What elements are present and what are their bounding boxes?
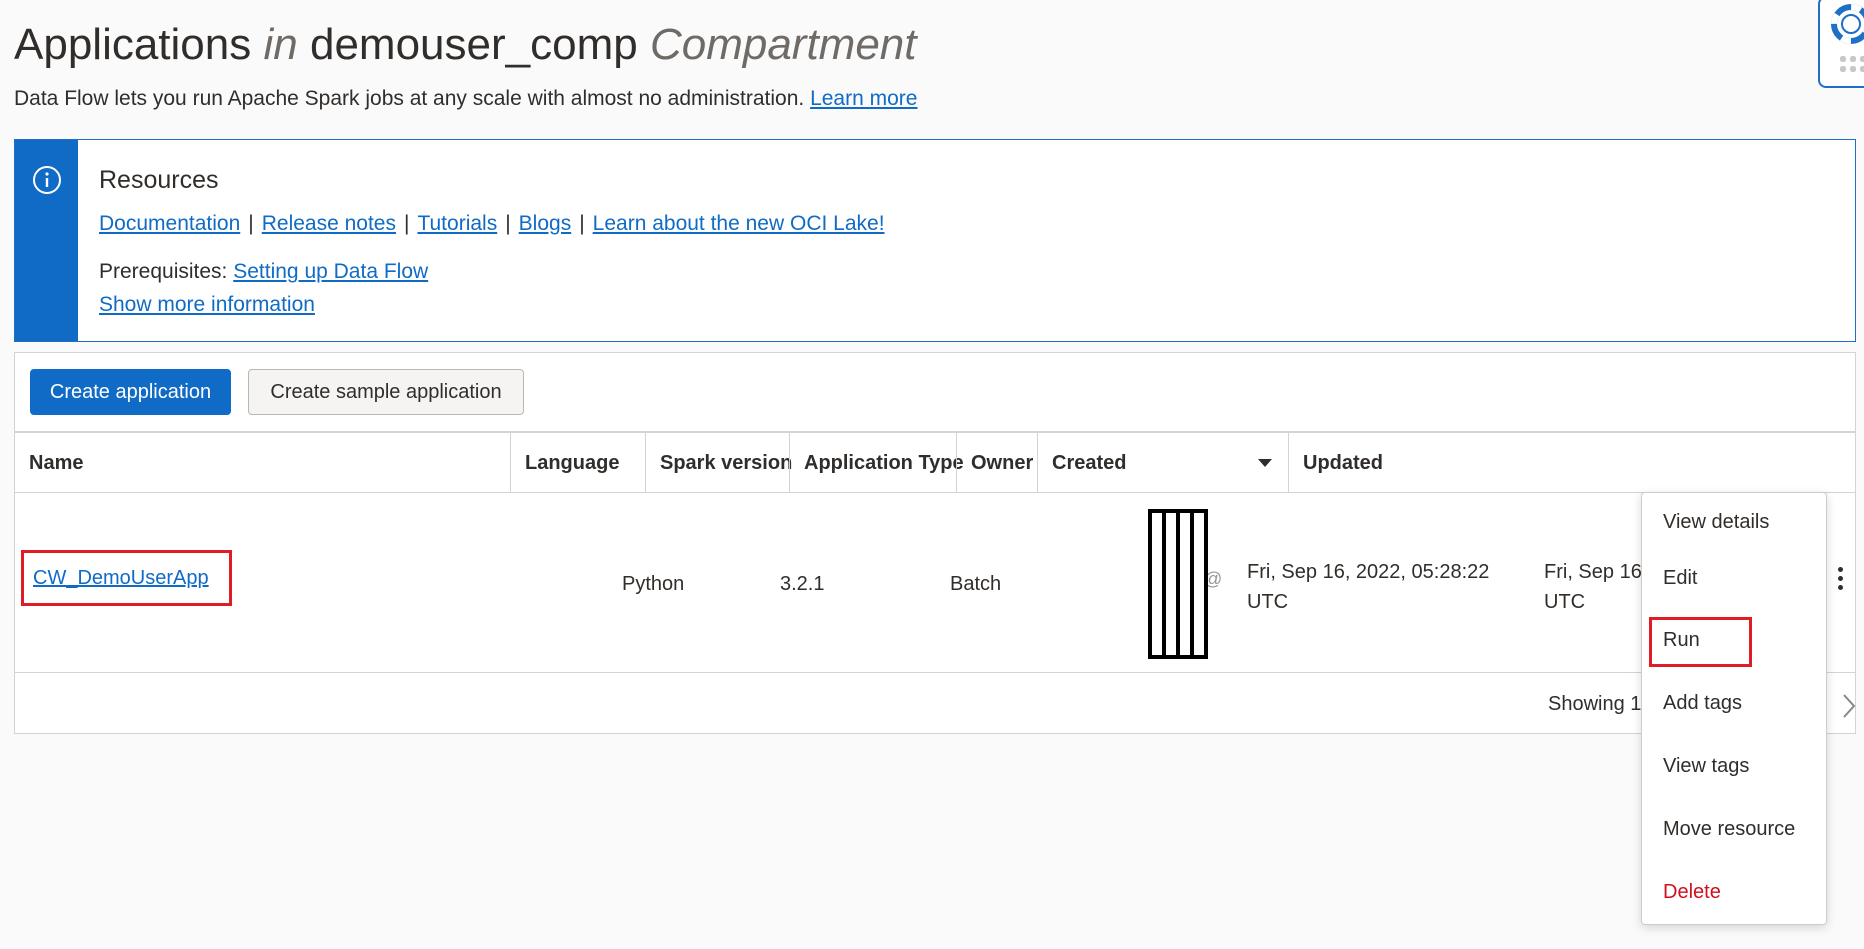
link-separator: | [248,212,254,235]
column-header-spark-version[interactable]: Spark version [645,433,792,493]
owner-redacted: @ . [1148,509,1222,659]
cell-application-type: Batch [950,573,1002,595]
created-datetime: Fri, Sep 16, 2022, 05:28:22 [1247,561,1490,583]
applications-table-card: Create application Create sample applica… [14,352,1856,734]
cell-updated: Fri, Sep 16 UTC [1544,557,1642,617]
sort-descending-icon[interactable] [1258,459,1272,467]
menu-item-view-tags[interactable]: View tags [1663,755,1749,778]
column-header-created-label: Created [1052,452,1127,474]
resources-links: Documentation | Release notes | Tutorials | Bl… [99,212,885,236]
release-notes-link[interactable]: Release notes [262,212,396,235]
menu-item-view-details[interactable]: View details [1663,511,1769,534]
next-page-chevron-icon[interactable] [1839,691,1859,721]
page-description-text: Data Flow lets you run Apache Spark jobs… [14,87,805,110]
cell-created: Fri, Sep 16, 2022, 05:28:22 UTC [1247,557,1489,617]
prerequisites: Prerequisites: Setting up Data Flow [99,260,428,284]
grid-dots-icon [1838,54,1864,76]
page-title-main: Applications [14,20,252,69]
link-separator: | [505,212,511,235]
table-header: Name Language Spark version Application … [15,431,1855,493]
setting-up-data-flow-link[interactable]: Setting up Data Flow [233,260,428,283]
row-actions-kebab-icon[interactable] [1833,567,1847,597]
column-header-created[interactable]: Created [1037,433,1288,493]
prerequisites-label: Prerequisites: [99,260,228,283]
page-title: Applications in demouser_comp Compartmen… [14,20,917,70]
compartment-name: demouser_comp [309,20,638,69]
oci-lake-link[interactable]: Learn about the new OCI Lake! [593,212,885,235]
page-description: Data Flow lets you run Apache Spark jobs… [14,87,917,111]
show-more-information-link[interactable]: Show more information [99,293,315,316]
page-title-in: in [263,20,298,69]
cell-spark-version: 3.2.1 [780,573,825,595]
column-header-owner[interactable]: Owner [956,433,1037,493]
menu-item-add-tags[interactable]: Add tags [1663,692,1742,715]
column-header-name[interactable]: Name [15,433,510,493]
application-name-link[interactable]: CW_DemoUserApp [33,567,209,590]
menu-item-run[interactable]: Run [1663,629,1700,652]
resources-heading: Resources [99,166,219,194]
link-separator: | [403,212,410,235]
show-more-row: Show more information [99,293,315,317]
table-row: CW_DemoUserApp Python 3.2.1 Batch @ . Fr… [15,493,1855,673]
cell-language: Python [622,573,685,595]
column-header-updated[interactable]: Updated [1288,433,1857,493]
info-strip [15,140,78,341]
updated-timezone: UTC [1544,591,1586,613]
redaction-bar [1190,509,1208,659]
blogs-link[interactable]: Blogs [519,212,572,235]
menu-item-edit[interactable]: Edit [1663,567,1697,590]
menu-item-delete[interactable]: Delete [1663,881,1721,904]
page-title-suffix: Compartment [649,20,917,69]
info-icon [33,166,61,194]
help-widget[interactable] [1818,0,1864,88]
tutorials-link[interactable]: Tutorials [417,212,497,235]
created-timezone: UTC [1247,591,1289,613]
menu-item-move-resource[interactable]: Move resource [1663,818,1795,841]
column-header-language[interactable]: Language [510,433,645,493]
documentation-link[interactable]: Documentation [99,212,240,235]
row-actions-menu: View details Edit Run Add tags View tags… [1641,492,1827,925]
pagination-summary: Showing 1 [1548,693,1642,715]
lifebuoy-icon [1831,4,1864,44]
column-header-application-type[interactable]: Application Type [789,433,964,493]
create-sample-application-button[interactable]: Create sample application [248,369,524,415]
resources-panel: Resources Documentation | Release notes | Tu… [14,139,1856,342]
link-separator: | [579,212,585,235]
app-name-highlight: CW_DemoUserApp [21,550,232,606]
updated-datetime: Fri, Sep 16 [1544,561,1642,583]
learn-more-link[interactable]: Learn more [810,87,917,110]
create-application-button[interactable]: Create application [30,369,231,415]
